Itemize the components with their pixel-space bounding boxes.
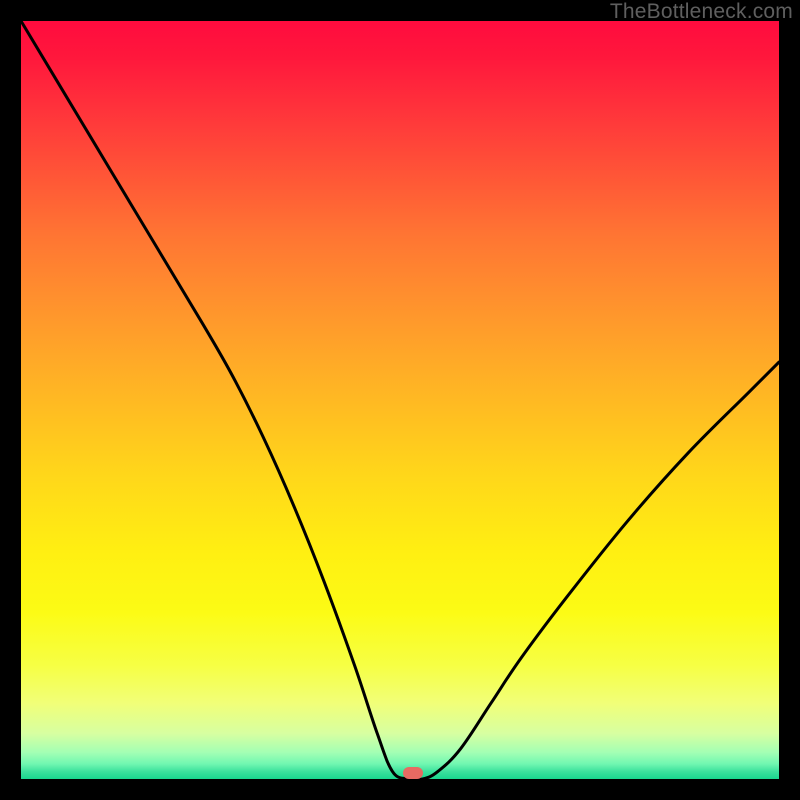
bottleneck-curve <box>21 21 779 779</box>
watermark-text: TheBottleneck.com <box>610 0 793 24</box>
optimal-point-marker <box>403 767 423 779</box>
plot-area <box>21 21 779 779</box>
chart-frame: TheBottleneck.com <box>0 0 800 800</box>
